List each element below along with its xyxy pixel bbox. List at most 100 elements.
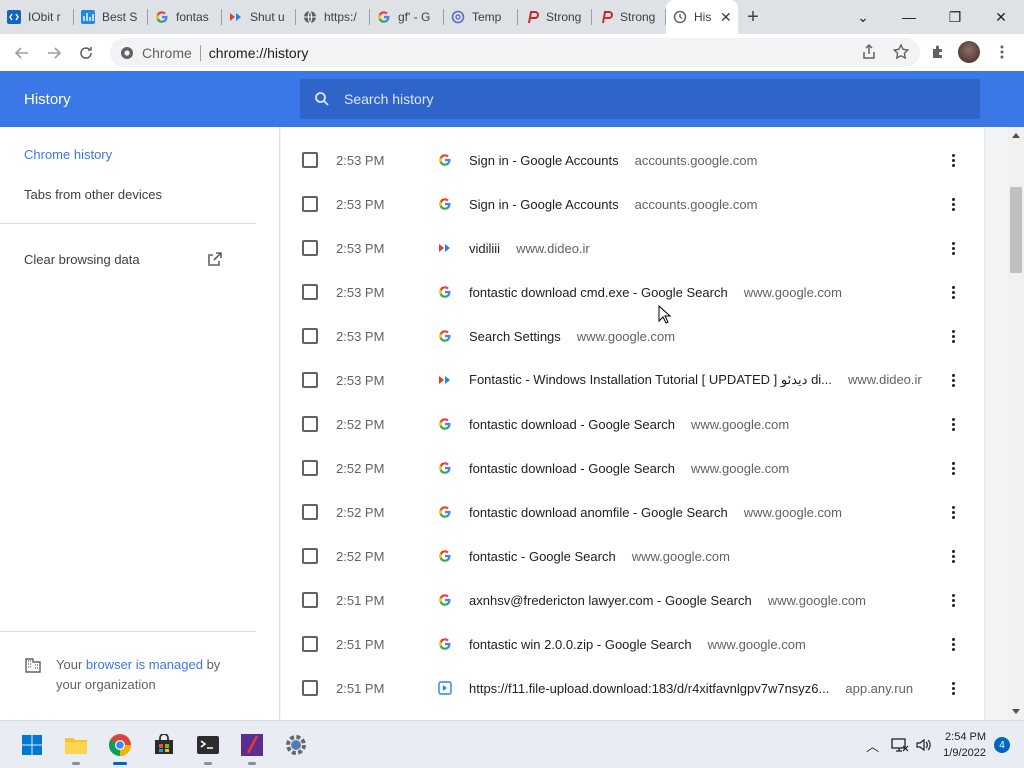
entry-title-text[interactable]: https://f11.file-upload.download:183/d/r… [469,681,829,696]
history-row[interactable]: 2:53 PM Sign in - Google Accounts accounts… [281,138,984,182]
row-checkbox[interactable] [302,460,318,476]
row-checkbox[interactable] [302,504,318,520]
sidebar-item-chrome-history[interactable]: Chrome history [24,147,112,162]
taskbar-chrome[interactable] [104,729,136,765]
entry-title-text[interactable]: fontastic download anomfile - Google Sea… [469,505,728,520]
history-entry-title[interactable]: Sign in - Google Accounts accounts.google… [469,197,757,212]
row-menu-icon[interactable] [941,412,965,436]
clock[interactable]: 2:54 PM 1/9/2022 [943,729,986,761]
search-input[interactable] [344,91,944,107]
omnibox-url[interactable]: chrome://history [209,45,309,61]
notification-badge[interactable]: 4 [994,737,1010,753]
history-row[interactable]: 2:51 PM fontastic win 2.0.0.zip - Google … [281,622,984,666]
row-menu-icon[interactable] [941,588,965,612]
entry-title-text[interactable]: fontastic download - Google Search [469,417,675,432]
row-menu-icon[interactable] [941,324,965,348]
new-tab-button[interactable]: + [738,0,768,34]
row-menu-icon[interactable] [941,632,965,656]
browser-tab[interactable]: His ✕ [666,0,738,34]
history-row[interactable]: 2:52 PM fontastic download - Google Searc… [281,402,984,446]
chevron-up-icon[interactable]: ︿ [866,736,879,755]
history-entry-title[interactable]: fontastic download - Google Search www.go… [469,417,789,432]
browser-tab[interactable]: https:/ [296,0,370,34]
extensions-button[interactable] [922,36,954,68]
address-bar[interactable]: Chrome chrome://history [110,38,920,67]
row-checkbox[interactable] [302,416,318,432]
row-checkbox[interactable] [302,240,318,256]
row-menu-icon[interactable] [941,500,965,524]
row-menu-icon[interactable] [941,148,965,172]
history-row[interactable]: 2:51 PM https://f11.file-upload.download:… [281,666,984,710]
restore-button[interactable]: ❐ [932,0,978,34]
row-menu-icon[interactable] [941,456,965,480]
row-checkbox[interactable] [302,328,318,344]
tab-search-icon[interactable]: ⌄ [840,0,886,34]
taskbar-store[interactable] [148,729,180,761]
history-row[interactable]: 2:53 PM fontastic download cmd.exe - Goog… [281,270,984,314]
history-row[interactable]: 2:51 PM axnhsv@fredericton lawyer.com - G… [281,578,984,622]
entry-title-text[interactable]: axnhsv@fredericton lawyer.com - Google S… [469,593,752,608]
chrome-menu-button[interactable] [986,36,1018,68]
scrollbar-thumb[interactable] [1010,187,1022,273]
history-entry-title[interactable]: Fontastic - Windows Installation Tutoria… [469,372,922,388]
row-menu-icon[interactable] [941,280,965,304]
close-window-button[interactable]: ✕ [978,0,1024,34]
scroll-down-arrow[interactable] [1012,709,1020,714]
sidebar-item-tabs-other-devices[interactable]: Tabs from other devices [24,187,162,202]
history-row[interactable]: 2:53 PM vidiliii www.dideo.ir [281,226,984,270]
browser-tab[interactable]: Strong [592,0,666,34]
row-checkbox[interactable] [302,196,318,212]
row-menu-icon[interactable] [941,192,965,216]
history-entry-title[interactable]: fontastic download - Google Search www.go… [469,461,789,476]
history-entry-title[interactable]: fontastic - Google Search www.google.com [469,549,730,564]
history-row[interactable]: 2:52 PM fontastic download anomfile - Goo… [281,490,984,534]
close-tab-icon[interactable]: ✕ [720,9,732,26]
history-entry-title[interactable]: Search Settings www.google.com [469,329,675,344]
browser-tab[interactable]: IObit r [0,0,74,34]
history-entry-title[interactable]: fontastic download anomfile - Google Sea… [469,505,842,520]
bookmark-star-icon[interactable] [890,41,912,63]
row-menu-icon[interactable] [941,544,965,568]
history-row[interactable]: 2:52 PM fontastic - Google Search www.goog… [281,534,984,578]
history-search-box[interactable] [300,79,980,119]
network-icon[interactable] [891,737,909,753]
back-button[interactable] [6,37,38,69]
browser-tab[interactable]: gf' - G [370,0,444,34]
entry-title-text[interactable]: fontastic download cmd.exe - Google Sear… [469,285,728,300]
entry-title-text[interactable]: fontastic - Google Search [469,549,616,564]
history-row[interactable]: 2:52 PM fontastic download - Google Searc… [281,446,984,490]
row-menu-icon[interactable] [941,368,965,392]
row-checkbox[interactable] [302,548,318,564]
sidebar-item-clear-browsing-data[interactable]: Clear browsing data [24,252,140,267]
profile-avatar[interactable] [958,41,980,63]
browser-tab[interactable]: fontas [148,0,222,34]
row-checkbox[interactable] [302,152,318,168]
entry-title-text[interactable]: Fontastic - Windows Installation Tutoria… [469,372,832,387]
entry-title-text[interactable]: Search Settings [469,329,561,344]
browser-tab[interactable]: Shut u [222,0,296,34]
start-button[interactable] [16,729,48,761]
entry-title-text[interactable]: fontastic download - Google Search [469,461,675,476]
browser-tab[interactable]: Temp [444,0,518,34]
history-entry-title[interactable]: vidiliii www.dideo.ir [469,241,590,256]
taskbar-settings[interactable] [280,729,312,761]
scroll-up-arrow[interactable] [1012,133,1020,138]
entry-title-text[interactable]: fontastic win 2.0.0.zip - Google Search [469,637,692,652]
taskbar-file-explorer[interactable] [60,729,92,765]
browser-tab[interactable]: Best S [74,0,148,34]
row-menu-icon[interactable] [941,236,965,260]
open-in-new-icon[interactable] [207,251,223,267]
history-row[interactable]: 2:53 PM Fontastic - Windows Installation … [281,358,984,402]
entry-title-text[interactable]: vidiliii [469,241,500,256]
history-entry-title[interactable]: Sign in - Google Accounts accounts.google… [469,153,757,168]
reload-button[interactable] [70,37,102,69]
history-entry-title[interactable]: axnhsv@fredericton lawyer.com - Google S… [469,593,866,608]
forward-button[interactable] [38,37,70,69]
history-entry-title[interactable]: https://f11.file-upload.download:183/d/r… [469,681,913,696]
row-checkbox[interactable] [302,636,318,652]
taskbar-terminal[interactable] [192,729,224,765]
entry-title-text[interactable]: Sign in - Google Accounts [469,153,619,168]
row-checkbox[interactable] [302,680,318,696]
minimize-button[interactable]: — [886,0,932,34]
history-row[interactable]: 2:53 PM Sign in - Google Accounts accounts… [281,182,984,226]
